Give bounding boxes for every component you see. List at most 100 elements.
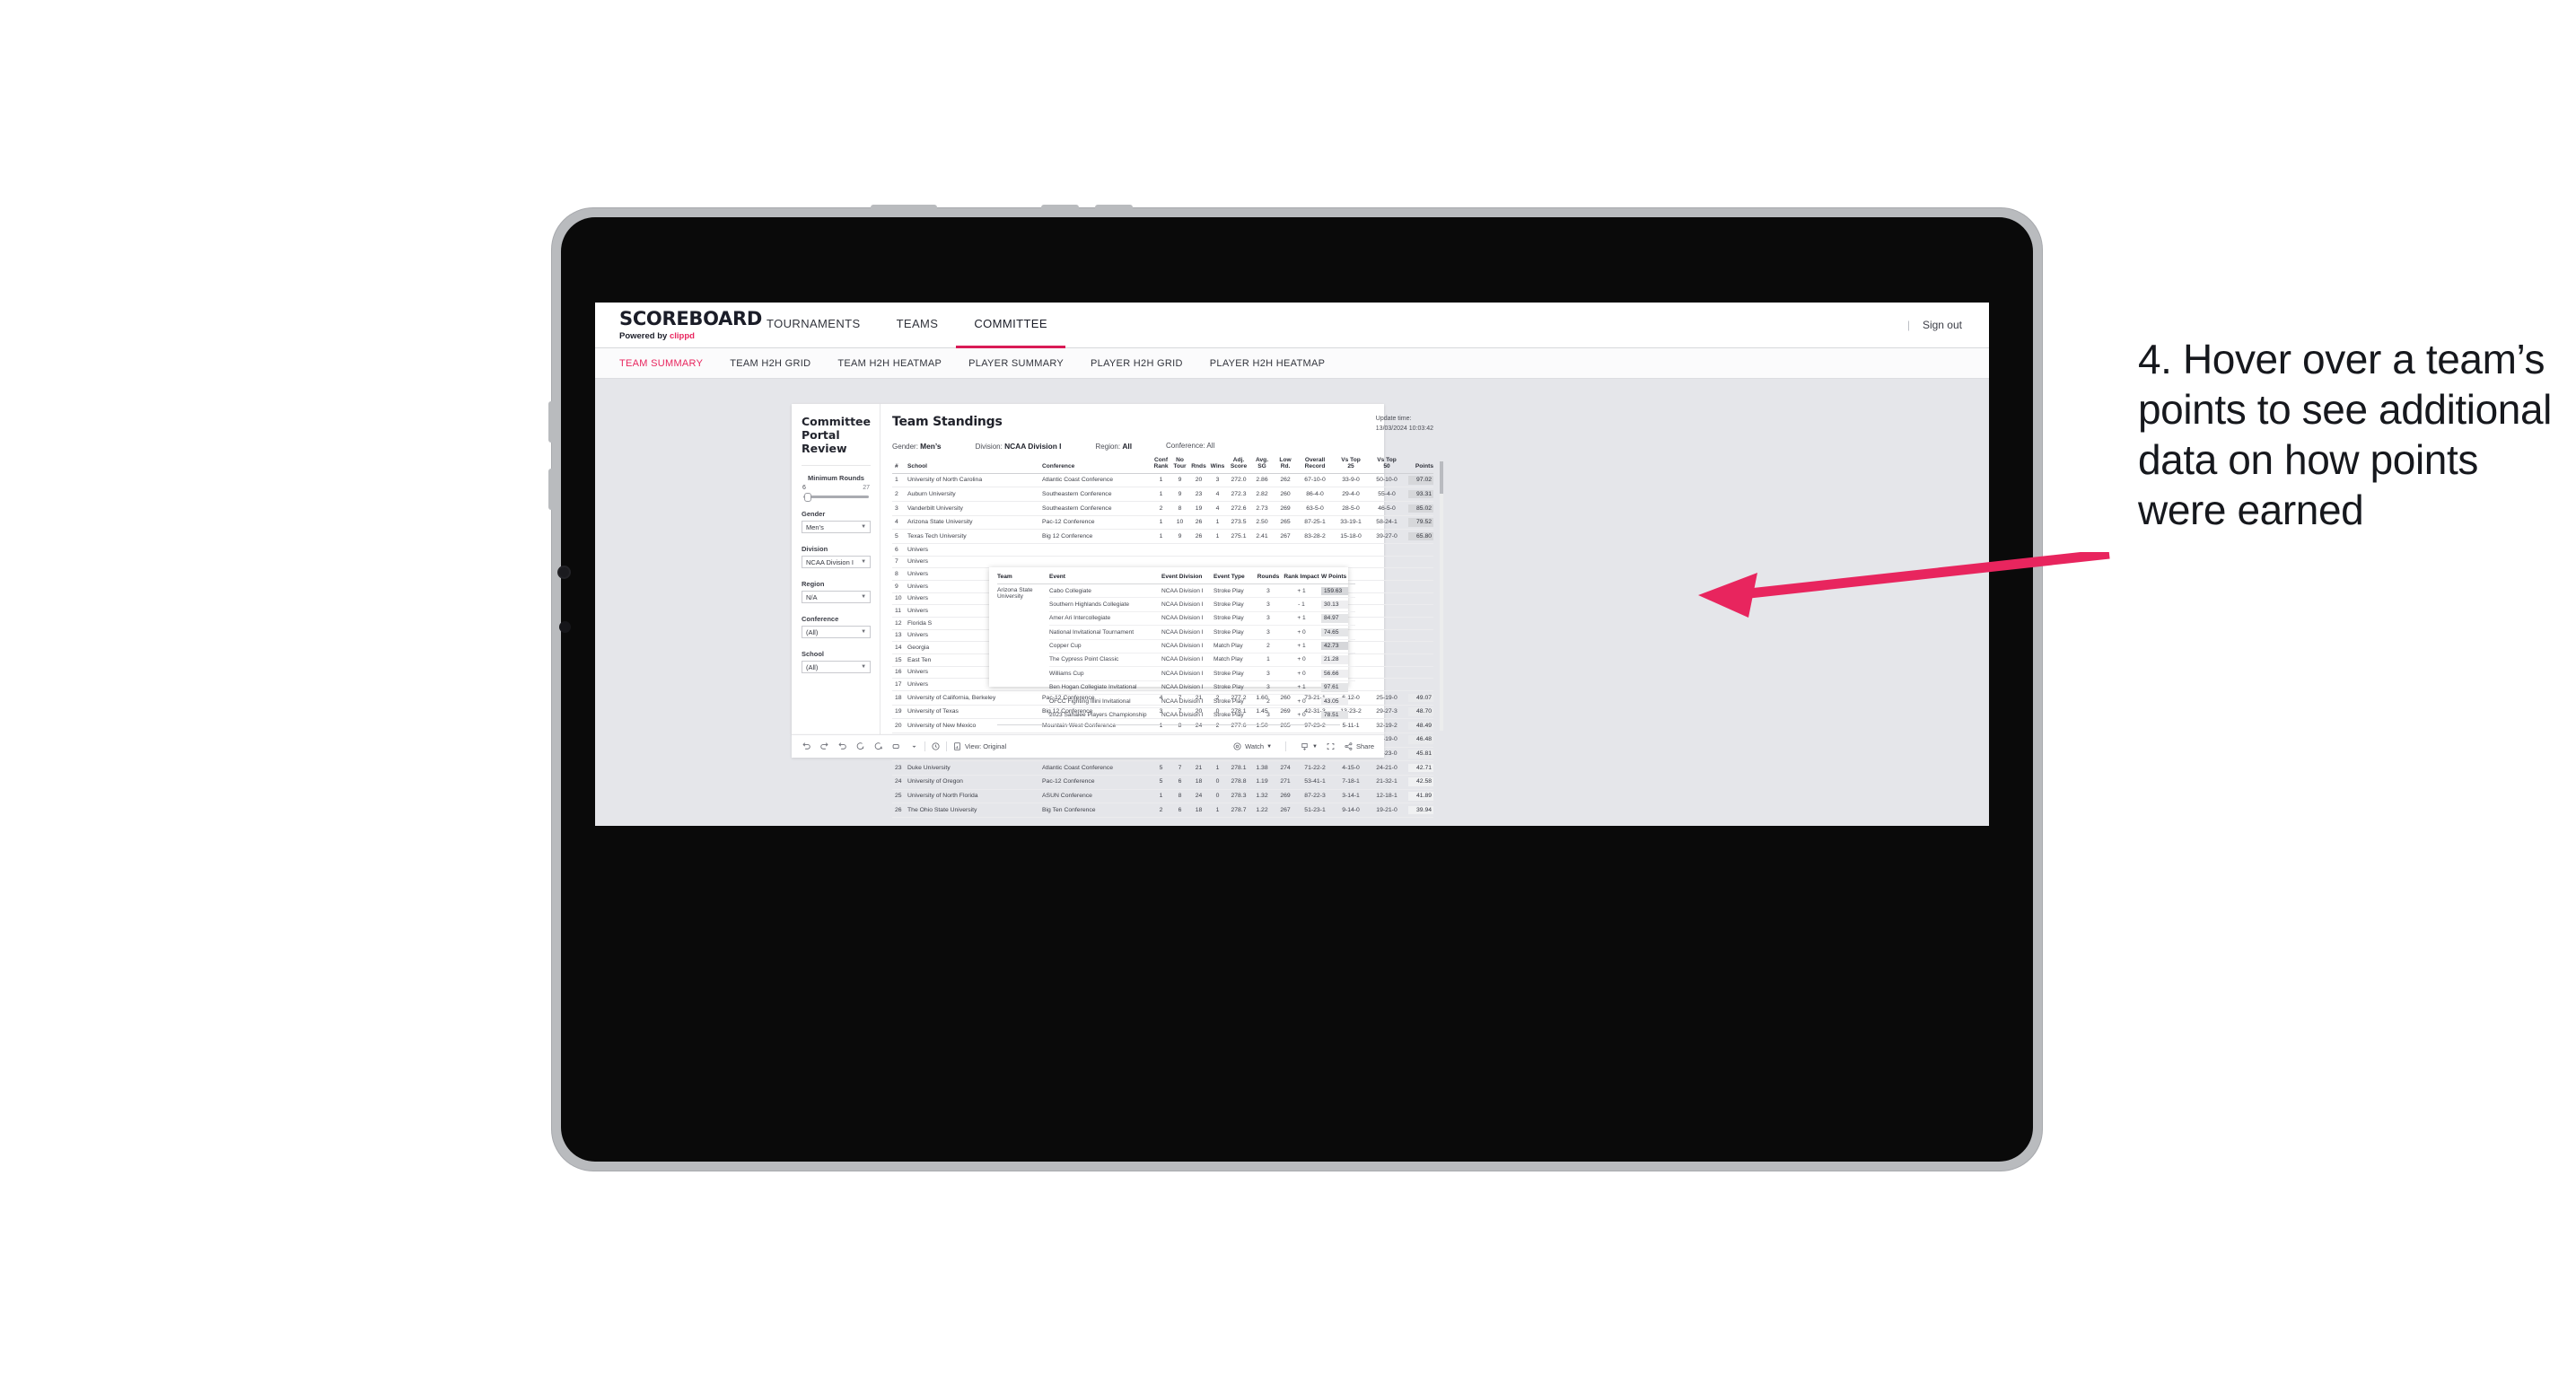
row-points-value[interactable]: 85.02 bbox=[1408, 504, 1434, 513]
view-original-button[interactable]: View: Original bbox=[952, 741, 1006, 751]
revert-icon[interactable] bbox=[837, 741, 847, 751]
device-icon[interactable] bbox=[891, 741, 901, 751]
col-vs-top-50[interactable]: Vs Top 50 bbox=[1369, 457, 1406, 474]
row-points-value[interactable]: 42.58 bbox=[1408, 777, 1434, 786]
nav-item-tournaments[interactable]: TOURNAMENTS bbox=[749, 303, 879, 348]
row-points-cell[interactable]: 65.80 bbox=[1405, 529, 1434, 545]
tablet-volume-down-button[interactable] bbox=[1095, 205, 1133, 212]
col-rank[interactable]: # bbox=[892, 457, 908, 474]
row-points-cell[interactable]: 97.02 bbox=[1405, 473, 1434, 488]
col-conf-rank[interactable]: Conf Rank bbox=[1152, 457, 1171, 474]
table-scrollbar-thumb[interactable] bbox=[1440, 461, 1444, 494]
tab-team-h2h-grid[interactable]: TEAM H2H GRID bbox=[730, 358, 810, 369]
table-scrollbar[interactable] bbox=[1440, 461, 1444, 731]
tablet-side-button-a[interactable] bbox=[548, 401, 556, 443]
tablet-side-button-b[interactable] bbox=[548, 469, 556, 510]
row-points-cell[interactable]: 39.94 bbox=[1405, 803, 1434, 818]
col-overall-record[interactable]: Overall Record bbox=[1297, 457, 1334, 474]
row-points-value[interactable]: 39.94 bbox=[1408, 805, 1434, 815]
refresh-icon[interactable] bbox=[855, 741, 865, 751]
row-points-cell[interactable]: 46.48 bbox=[1405, 732, 1434, 748]
table-row[interactable]: 23 Duke University Atlantic Coast Conferen… bbox=[892, 760, 1434, 776]
row-points-value[interactable]: 48.49 bbox=[1408, 721, 1434, 731]
col-vs-top-25[interactable]: Vs Top 25 bbox=[1333, 457, 1370, 474]
table-row[interactable]: 1 University of North Carolina Atlantic Co… bbox=[892, 473, 1434, 488]
front-camera-icon bbox=[559, 567, 569, 577]
download-button[interactable]: ▼ bbox=[1300, 741, 1318, 751]
table-row[interactable]: 25 University of North Florida ASUN Confer… bbox=[892, 789, 1434, 804]
table-row[interactable]: 4 Arizona State University Pac-12 Conferen… bbox=[892, 515, 1434, 531]
tablet-volume-up-button[interactable] bbox=[1041, 205, 1079, 212]
row-school: Texas Tech University bbox=[907, 529, 1043, 545]
row-points-cell[interactable]: 42.71 bbox=[1405, 760, 1434, 776]
col-rnds[interactable]: Rnds bbox=[1189, 457, 1209, 474]
col-low-rd[interactable]: Low Rd. bbox=[1274, 457, 1298, 474]
row-points-value[interactable]: 49.07 bbox=[1408, 693, 1434, 702]
row-avg-sg: 1.19 bbox=[1250, 775, 1275, 790]
gender-select[interactable]: Men’s ▼ bbox=[802, 521, 872, 534]
row-points-value[interactable]: 45.81 bbox=[1408, 750, 1434, 759]
tab-player-summary[interactable]: PLAYER SUMMARY bbox=[968, 358, 1064, 369]
table-row[interactable]: 26 The Ohio State University Big Ten Confe… bbox=[892, 803, 1434, 818]
watch-button[interactable]: Watch ▼ bbox=[1232, 741, 1272, 751]
col-conference[interactable]: Conference bbox=[1042, 457, 1152, 474]
redo-icon[interactable] bbox=[819, 741, 829, 751]
tab-player-h2h-grid[interactable]: PLAYER H2H GRID bbox=[1091, 358, 1183, 369]
tab-player-h2h-heatmap[interactable]: PLAYER H2H HEATMAP bbox=[1210, 358, 1325, 369]
share-button[interactable]: Share bbox=[1344, 741, 1374, 751]
row-conference: Atlantic Coast Conference bbox=[1042, 473, 1152, 488]
row-points-value[interactable]: 79.52 bbox=[1408, 518, 1434, 527]
row-points-value[interactable]: 48.70 bbox=[1408, 707, 1434, 716]
nav-item-committee[interactable]: COMMITTEE bbox=[956, 303, 1065, 348]
row-points-value[interactable]: 97.02 bbox=[1408, 476, 1434, 485]
fullscreen-icon[interactable] bbox=[1326, 741, 1336, 751]
row-points-cell[interactable]: 49.07 bbox=[1405, 690, 1434, 706]
undo-icon[interactable] bbox=[802, 741, 811, 751]
tab-team-summary[interactable]: TEAM SUMMARY bbox=[619, 358, 703, 369]
alerts-icon[interactable] bbox=[931, 741, 941, 751]
col-avg-sg[interactable]: Avg. SG bbox=[1250, 457, 1275, 474]
col-wins[interactable]: Wins bbox=[1208, 457, 1228, 474]
table-row[interactable]: 7 Univers bbox=[892, 556, 1434, 569]
tooltip-col-event-division: Event Division bbox=[1161, 574, 1214, 584]
nav-item-teams[interactable]: TEAMS bbox=[879, 303, 957, 348]
col-adj-score[interactable]: Adj. Score bbox=[1227, 457, 1251, 474]
sign-out-link[interactable]: Sign out bbox=[1923, 319, 1962, 331]
row-points-value[interactable]: 65.80 bbox=[1408, 531, 1434, 541]
tooltip-rank-impact: + 1 bbox=[1282, 639, 1322, 654]
table-row[interactable]: 6 Univers bbox=[892, 543, 1434, 557]
brand-logo[interactable]: SCOREBOARD Powered by clippd bbox=[595, 309, 762, 341]
table-row[interactable]: 24 University of Oregon Pac-12 Conference 5… bbox=[892, 775, 1434, 790]
row-points-value[interactable]: 42.71 bbox=[1408, 763, 1434, 773]
row-no-tour: 6 bbox=[1170, 803, 1190, 818]
row-points-cell[interactable]: 45.81 bbox=[1405, 747, 1434, 762]
col-no-tour[interactable]: No Tour bbox=[1170, 457, 1190, 474]
table-row[interactable]: 3 Vanderbilt University Southeastern Confe… bbox=[892, 501, 1434, 516]
row-points-value[interactable]: 93.31 bbox=[1408, 490, 1434, 499]
row-school: University of North Carolina bbox=[907, 473, 1043, 488]
row-conf-rank: 1 bbox=[1152, 487, 1171, 503]
col-points[interactable]: Points bbox=[1405, 457, 1434, 474]
chevron-down-icon[interactable] bbox=[909, 741, 919, 751]
tab-team-h2h-heatmap[interactable]: TEAM H2H HEATMAP bbox=[837, 358, 942, 369]
row-points-cell[interactable]: 48.49 bbox=[1405, 718, 1434, 733]
conference-select[interactable]: (All) ▼ bbox=[802, 626, 872, 639]
row-points-cell[interactable]: 42.58 bbox=[1405, 775, 1434, 790]
table-row[interactable]: 5 Texas Tech University Big 12 Conference 1… bbox=[892, 529, 1434, 545]
pause-icon[interactable] bbox=[873, 741, 883, 751]
row-points-cell[interactable]: 79.52 bbox=[1405, 515, 1434, 531]
tooltip-rank-impact: + 0 bbox=[1282, 666, 1322, 681]
region-select[interactable]: N/A ▼ bbox=[802, 591, 872, 604]
minimum-rounds-slider-handle[interactable] bbox=[804, 492, 811, 502]
division-select[interactable]: NCAA Division I ▼ bbox=[802, 556, 872, 569]
row-points-cell[interactable]: 93.31 bbox=[1405, 487, 1434, 503]
row-points-cell[interactable]: 48.70 bbox=[1405, 705, 1434, 720]
row-points-value[interactable]: 41.89 bbox=[1408, 792, 1434, 801]
col-school[interactable]: School bbox=[907, 457, 1043, 474]
row-points-cell[interactable]: 41.89 bbox=[1405, 789, 1434, 804]
row-points-cell[interactable]: 85.02 bbox=[1405, 501, 1434, 516]
school-select[interactable]: (All) ▼ bbox=[802, 661, 872, 674]
minimum-rounds-slider[interactable] bbox=[803, 492, 870, 502]
table-row[interactable]: 2 Auburn University Southeastern Conferenc… bbox=[892, 487, 1434, 503]
row-points-value[interactable]: 46.48 bbox=[1408, 735, 1434, 744]
